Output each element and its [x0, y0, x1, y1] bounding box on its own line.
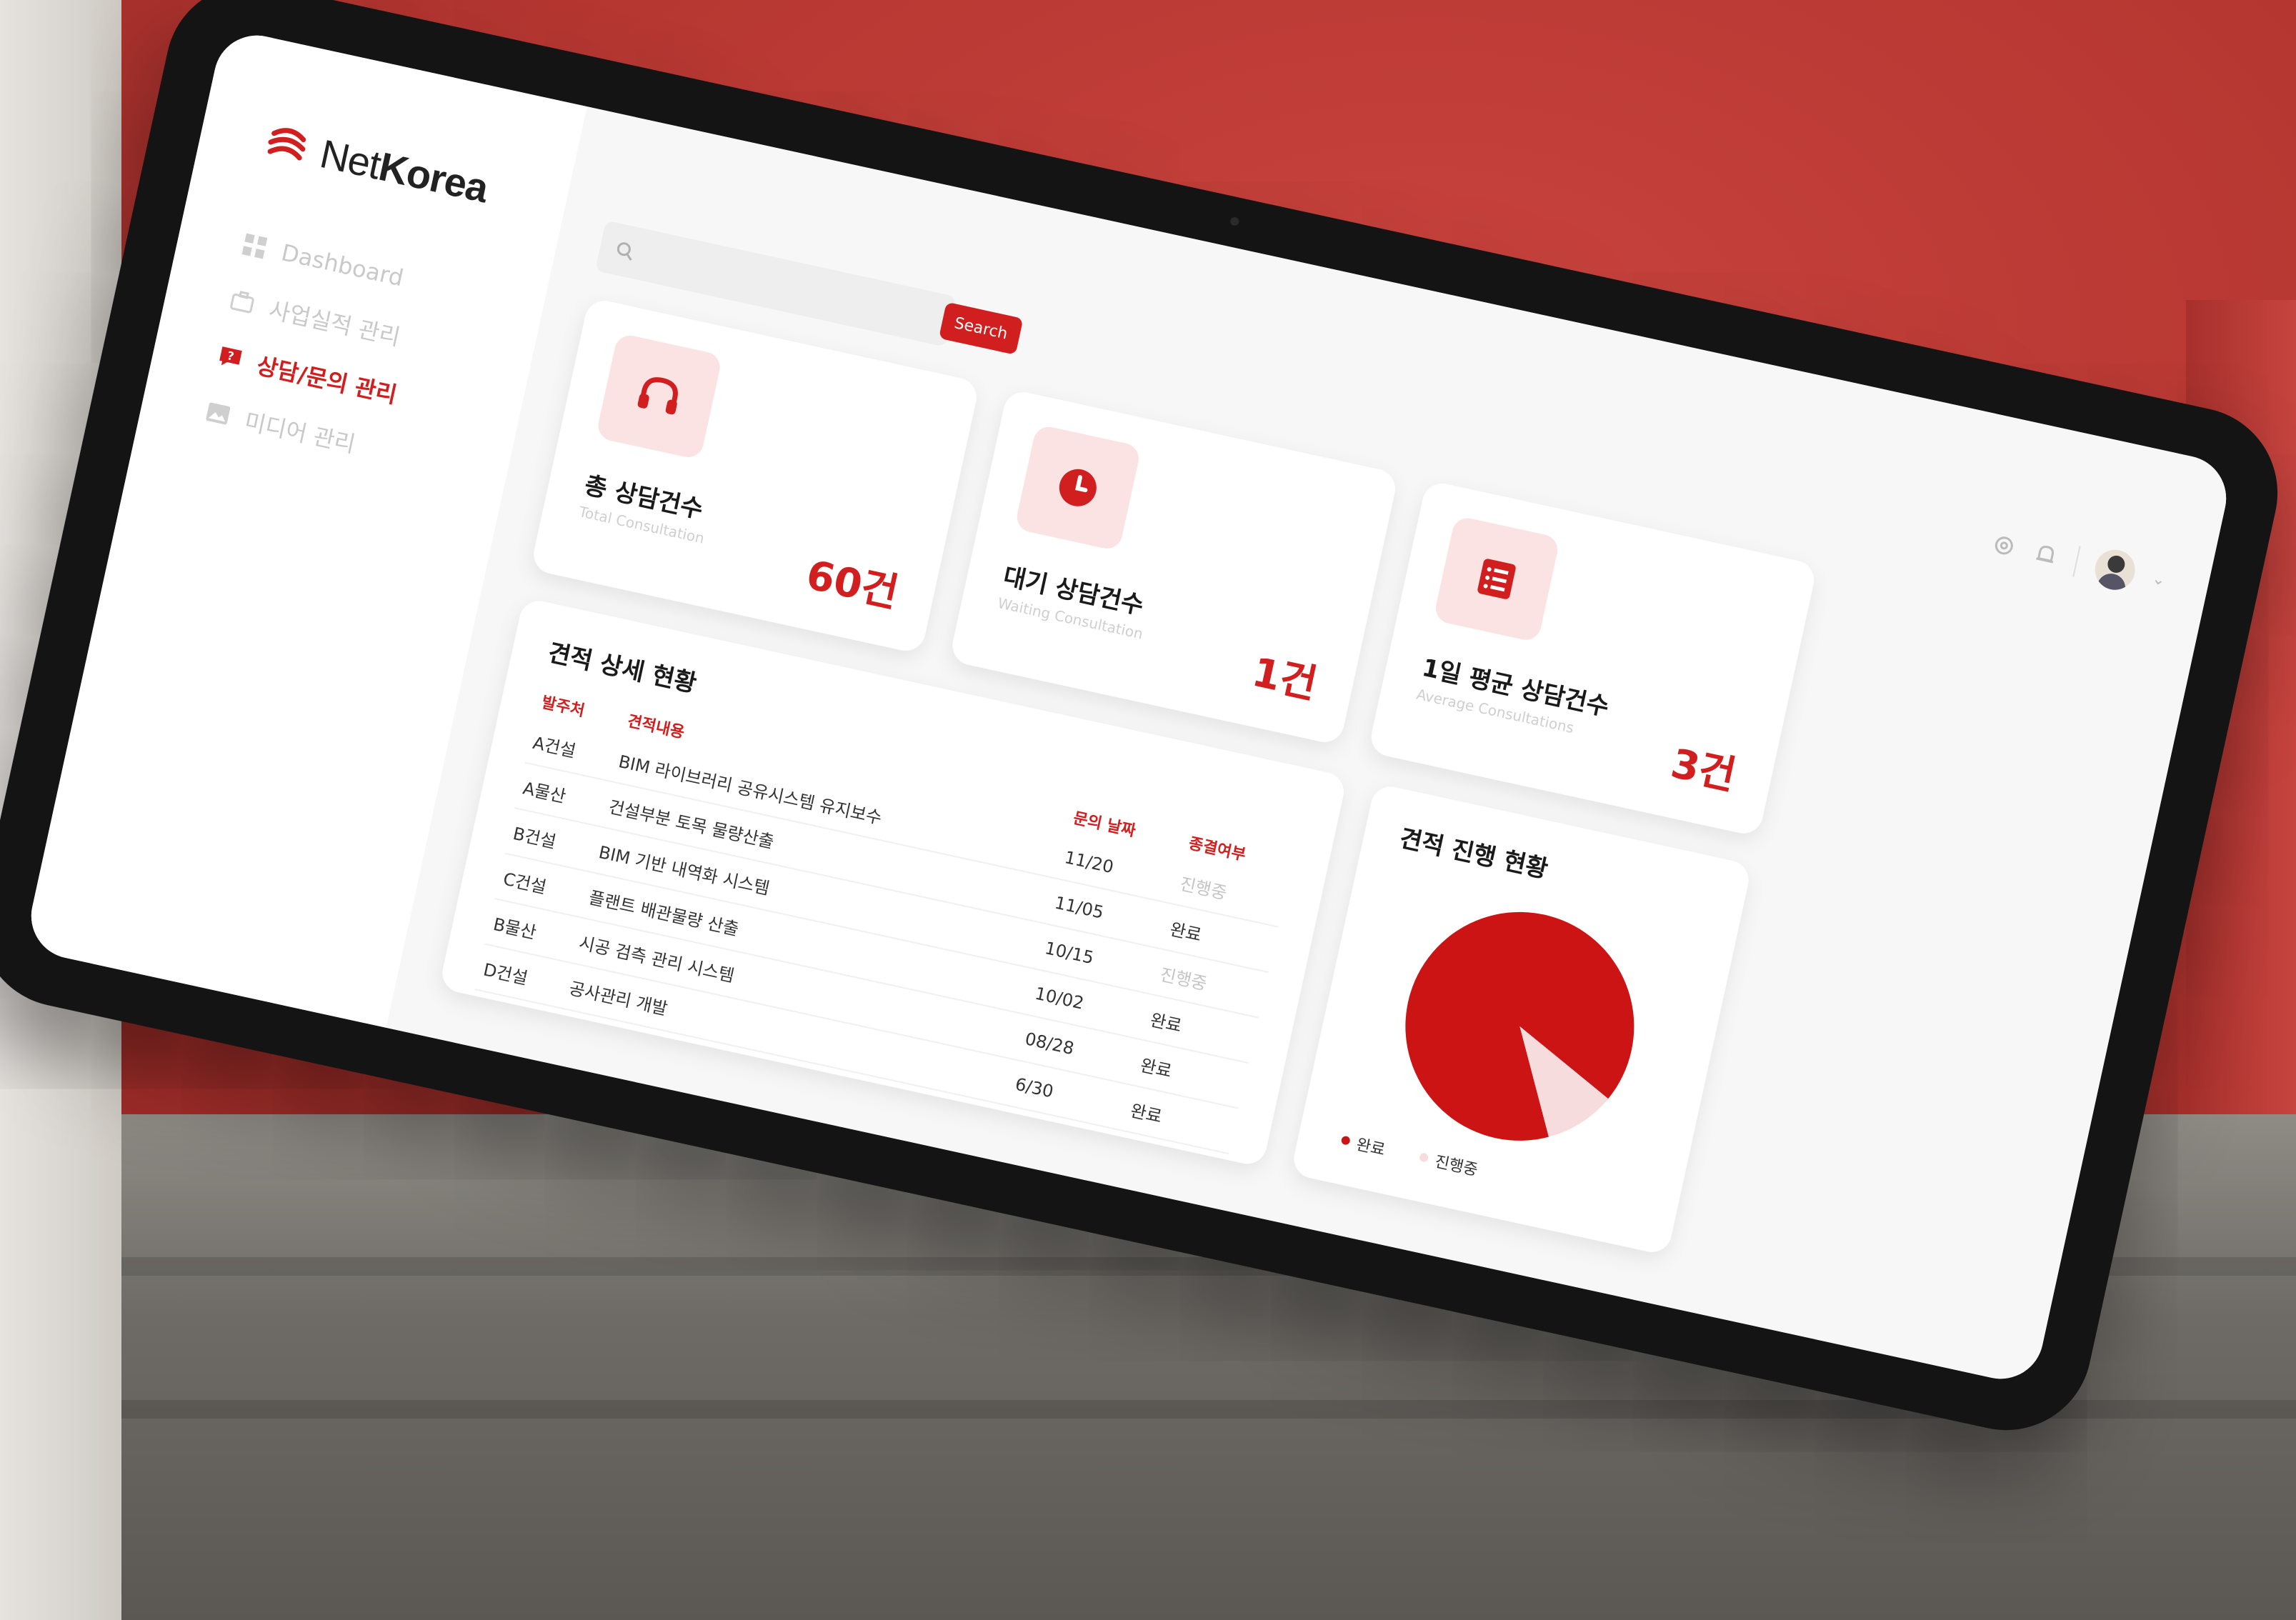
estimate-detail-table: 발주처 견적내용 문의 날짜 종결여부 A건설 BIM 라이브러리 공유시스템 … — [474, 681, 1296, 1154]
stat-value: 3건 — [1667, 740, 1740, 800]
stat-card-waiting: 대기 상담건수 Waiting Consultation 1건 — [949, 388, 1399, 746]
headset-icon — [637, 377, 678, 415]
sidebar-nav: Dashboard 사업실적 관리 ? 상담/문의 관리 미디어 관리 — [200, 216, 427, 478]
image-icon — [206, 402, 231, 425]
legend-dot — [1419, 1152, 1429, 1163]
clock-icon — [1059, 469, 1097, 506]
stat-card-average: 1일 평균 상담건수 Average Consultations 3건 — [1367, 479, 1818, 837]
estimate-progress-card: 견적 진행 현황 완료 진행중 — [1290, 783, 1752, 1256]
stat-icon-box — [1432, 515, 1561, 643]
header-actions: ⌄ — [1987, 524, 2170, 601]
search-input[interactable] — [632, 241, 905, 323]
legend-item-in-progress: 진행중 — [1417, 1146, 1480, 1181]
question-chat-icon: ? — [219, 346, 242, 366]
legend-label: 진행중 — [1433, 1153, 1479, 1180]
stat-icon-box — [595, 332, 723, 461]
briefcase-icon — [230, 291, 254, 314]
legend-item-complete: 완료 — [1339, 1129, 1387, 1161]
netkorea-logo-icon — [267, 127, 306, 161]
sidebar-item-label: Dashboard — [279, 239, 406, 292]
chevron-down-icon[interactable]: ⌄ — [2150, 569, 2167, 589]
progress-pie-chart — [1405, 911, 1634, 1141]
legend-dot — [1340, 1135, 1351, 1146]
chart-title: 견적 진행 현황 — [1397, 824, 1551, 884]
grid-icon — [241, 233, 268, 259]
stat-icon-box — [1014, 424, 1142, 552]
gear-icon[interactable] — [1990, 531, 2018, 560]
list-icon — [1477, 559, 1516, 599]
brand-name: NetKorea — [316, 131, 492, 211]
legend-label: 완료 — [1354, 1136, 1387, 1160]
header-divider — [2072, 546, 2081, 577]
brand-logo[interactable]: NetKorea — [260, 118, 492, 211]
front-camera — [1229, 216, 1240, 227]
sidebar-item-label: 미디어 관리 — [241, 407, 358, 459]
search-button[interactable]: Search — [938, 301, 1024, 355]
bell-icon[interactable] — [2031, 540, 2060, 569]
stat-value: 1건 — [1248, 649, 1322, 709]
avatar[interactable] — [2090, 546, 2139, 594]
stat-value: 60건 — [802, 551, 903, 617]
pie-slice-complete — [1405, 911, 1634, 1141]
stat-card-total: 총 상담건수 Total Consultation 60건 — [529, 296, 981, 655]
